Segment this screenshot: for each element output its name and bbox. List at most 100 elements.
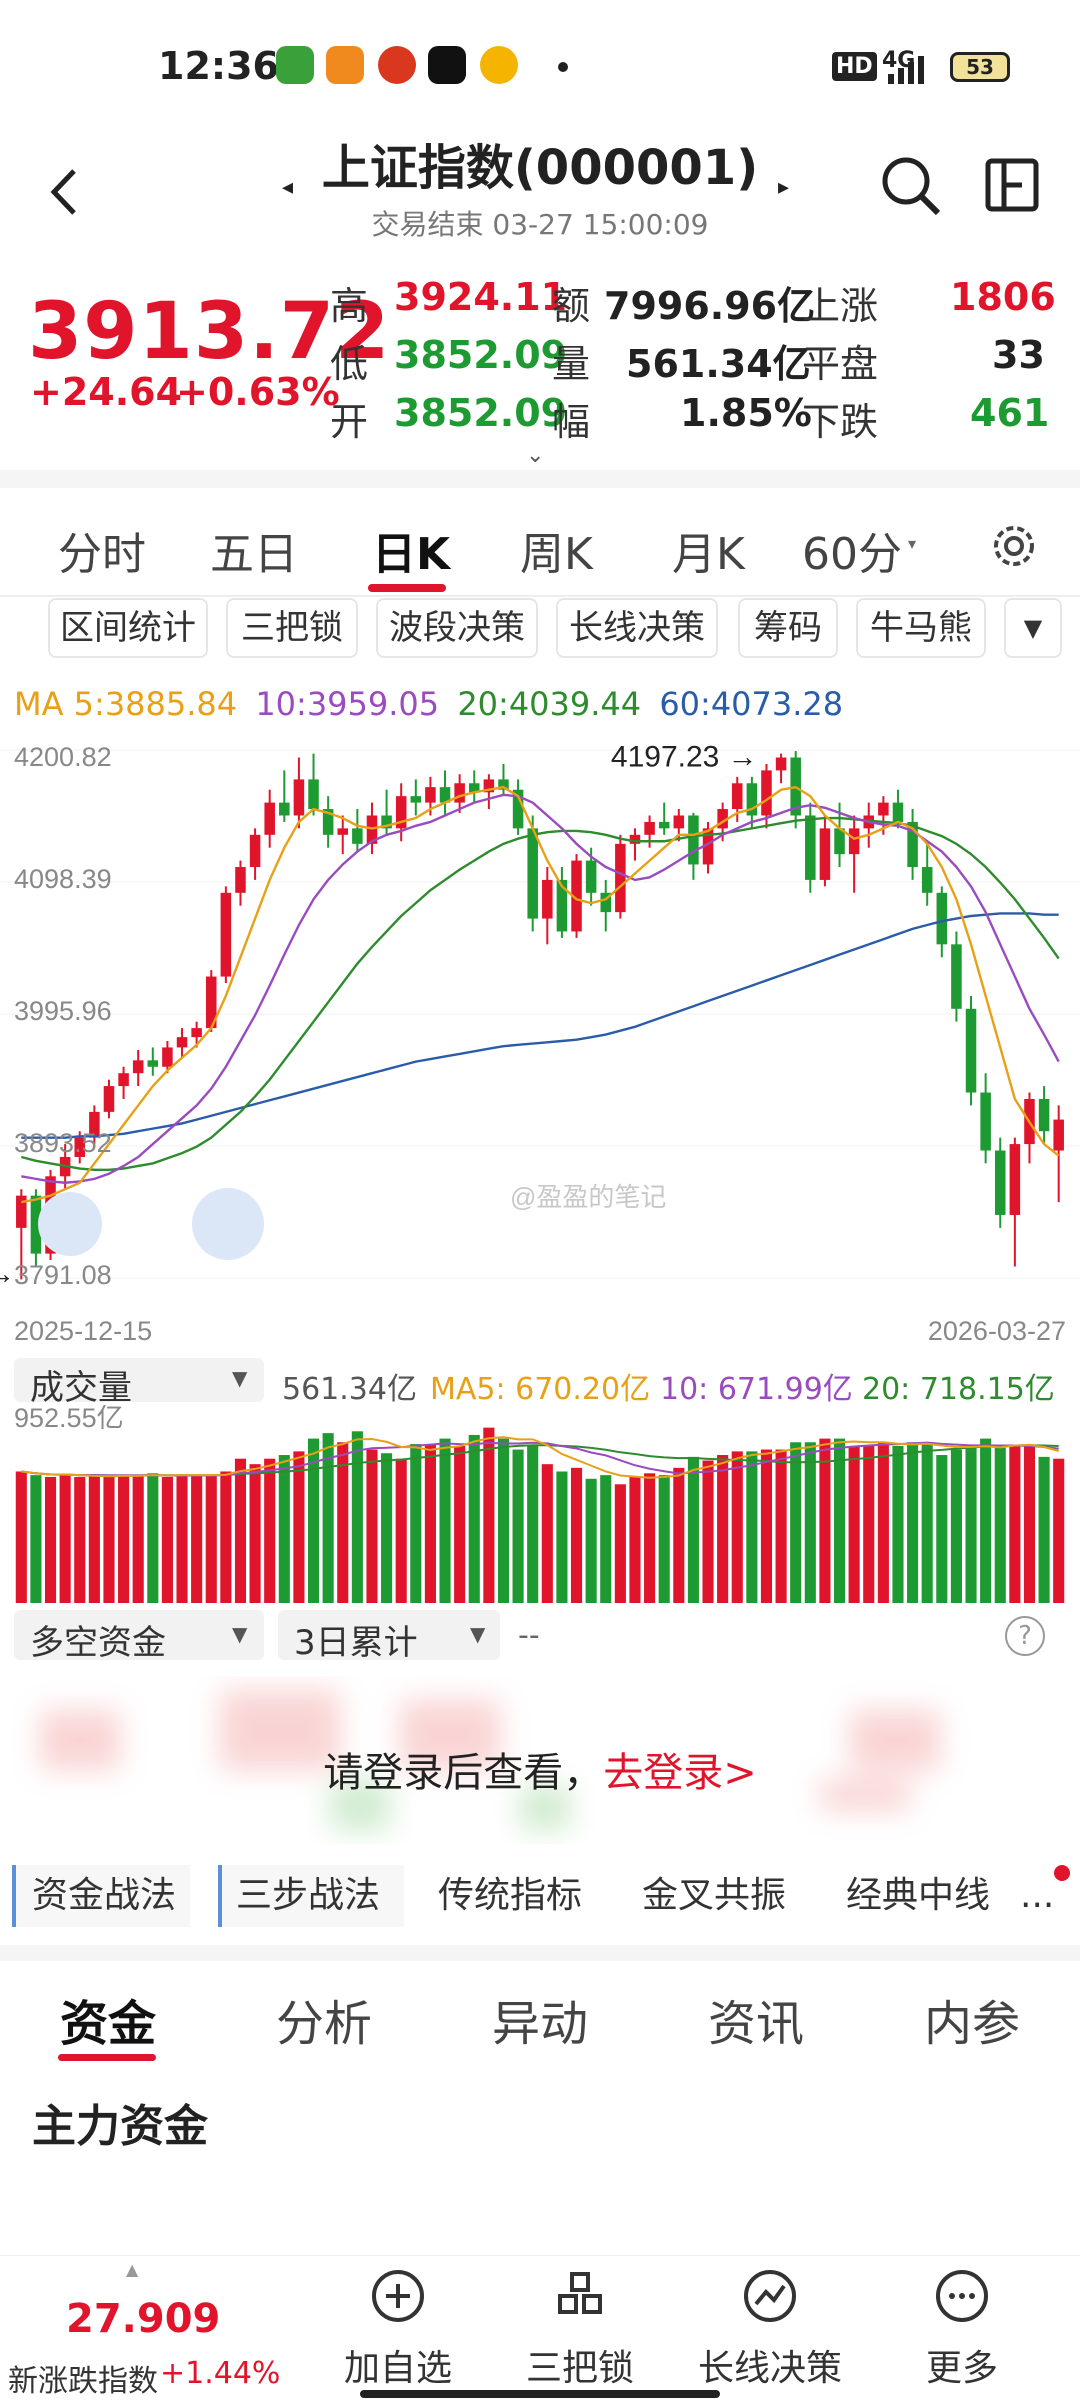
open-label: 开: [330, 400, 369, 444]
ma-legend: MA 5:3885.84 10:3959.05 20:4039.44 60:40…: [14, 685, 843, 723]
volume-bar: [103, 1476, 115, 1603]
tab-analysis[interactable]: 分析: [276, 1984, 372, 2054]
volume-max-label: 952.55亿: [14, 1405, 124, 1433]
up-label: 上涨: [802, 284, 879, 328]
ticker-change: +1.44%: [160, 2356, 281, 2391]
candle: [980, 1092, 991, 1151]
tab-traditional[interactable]: 传统指标: [438, 1865, 582, 1927]
volume-value: 561.34亿: [282, 1372, 417, 1407]
volume-value: 561.34亿: [626, 342, 811, 386]
nav-more[interactable]: 更多: [872, 2256, 1052, 2389]
app-icon-tiktok: [428, 46, 466, 84]
volume-bar: [381, 1453, 393, 1603]
login-text: 请登录后查看，: [323, 1750, 604, 1796]
volume-bar: [994, 1447, 1006, 1603]
volume-bar: [600, 1475, 612, 1603]
ma20-label: 20:4039.44: [457, 685, 642, 723]
expand-chevron-icon[interactable]: ⌄: [526, 443, 544, 468]
candle: [410, 796, 422, 803]
volume-bar: [468, 1434, 480, 1603]
kline-chart[interactable]: 4200.82 4098.39 3995.96 3893.52 3791.08 2025-…: [0, 730, 1080, 1350]
login-link[interactable]: 去登录>: [603, 1750, 757, 1796]
tab-daily-k[interactable]: 日K: [372, 518, 450, 582]
tab-weekly-k[interactable]: 周K: [520, 518, 593, 582]
tool-bull-bear[interactable]: 牛马熊: [856, 598, 986, 658]
notification-dot-icon: [558, 62, 568, 72]
ticker-value[interactable]: 27.909: [66, 2296, 220, 2342]
tool-range-stats[interactable]: 区间统计: [48, 598, 208, 658]
period-tabs: 分时 五日 日K 周K 月K 60分 ▾: [0, 500, 1080, 595]
candle: [658, 821, 670, 829]
tab-classic-midline[interactable]: 经典中线: [846, 1865, 990, 1927]
candle: [103, 1086, 115, 1112]
candle: [951, 944, 962, 1009]
volume-bar: [293, 1451, 305, 1603]
y-tick-label: 4200.82: [14, 742, 112, 772]
nav-label: 长线决策: [697, 2348, 842, 2389]
volume-bar: [15, 1471, 27, 1603]
volume-bar: [527, 1445, 539, 1603]
tab-60min[interactable]: 60分: [802, 518, 902, 582]
tab-5day[interactable]: 五日: [210, 518, 298, 582]
nav-long-decision[interactable]: 长线决策: [680, 2256, 860, 2389]
volume-bar: [570, 1467, 583, 1603]
gear-icon[interactable]: [986, 518, 1042, 574]
flat-count: 33: [992, 333, 1045, 377]
compare-icon[interactable]: [982, 155, 1042, 215]
nav-add-watchlist[interactable]: 加自选: [308, 2256, 488, 2389]
volume-bar: [731, 1451, 743, 1603]
tab-insider[interactable]: 内参: [924, 1984, 1020, 2054]
candle: [337, 828, 349, 835]
y-tick-label: 3791.08: [14, 1260, 112, 1290]
amount-value: 7996.96亿: [604, 284, 816, 328]
tool-band-decision[interactable]: 波段决策: [376, 598, 538, 658]
period-label: 3日累计: [294, 1623, 418, 1663]
next-stock-icon[interactable]: ▸: [778, 175, 789, 200]
tool-three-locks[interactable]: 三把锁: [226, 598, 358, 658]
more-indicators-icon[interactable]: ...: [1020, 1865, 1054, 1927]
period-dropdown-icon: ▼: [470, 1622, 486, 1646]
tools-more-icon[interactable]: ▼: [1004, 598, 1062, 658]
high-label: 高: [330, 284, 369, 328]
app-icon-shop: [326, 46, 364, 84]
candle: [308, 779, 319, 810]
volume-bar: [59, 1475, 71, 1603]
volume-bar: [950, 1449, 962, 1603]
volume-bar: [395, 1458, 407, 1603]
volume-bar: [687, 1456, 699, 1603]
search-icon[interactable]: [878, 153, 944, 219]
nav-label: 更多: [925, 2348, 998, 2389]
tab-monthly-k[interactable]: 月K: [672, 518, 745, 582]
tab-news[interactable]: 资讯: [708, 1984, 804, 2054]
tab-golden-cross[interactable]: 金叉共振: [642, 1865, 786, 1927]
nav-three-locks[interactable]: 三把锁: [490, 2256, 670, 2389]
help-icon[interactable]: ?: [1005, 1616, 1045, 1656]
hd-icon: HD: [832, 52, 877, 81]
tab-fund-strategy[interactable]: 资金战法: [12, 1865, 190, 1927]
home-indicator: [360, 2390, 720, 2398]
volume-bar: [804, 1442, 816, 1603]
volume-bar: [921, 1442, 933, 1603]
high-value: 3924.11: [394, 275, 568, 319]
volume-bar: [351, 1431, 363, 1603]
candle: [688, 815, 699, 865]
y-tick-label: 4098.39: [14, 864, 112, 894]
tab-three-step[interactable]: 三步战法: [218, 1865, 404, 1927]
candle: [279, 802, 290, 816]
volume-bar: [717, 1455, 729, 1603]
divider: [0, 470, 1080, 488]
tab-intraday[interactable]: 分时: [58, 518, 146, 582]
tab-funds[interactable]: 资金: [60, 1984, 156, 2054]
volume-chart[interactable]: 952.55亿: [0, 1405, 1080, 1605]
candle: [936, 892, 948, 945]
volume-bar: [30, 1475, 42, 1603]
volume-bar: [439, 1438, 451, 1603]
bottom-bar: ▲ 27.909 新涨跌指数 +1.44% 加自选 三把锁 长线决策 更多: [0, 2255, 1080, 2400]
tool-long-decision[interactable]: 长线决策: [556, 598, 718, 658]
volume-bar: [936, 1455, 948, 1603]
candle: [731, 783, 743, 810]
tool-chips[interactable]: 筹码: [738, 598, 838, 658]
volume-bar: [746, 1451, 758, 1603]
candle: [878, 802, 889, 816]
tab-anomaly[interactable]: 异动: [492, 1984, 588, 2054]
